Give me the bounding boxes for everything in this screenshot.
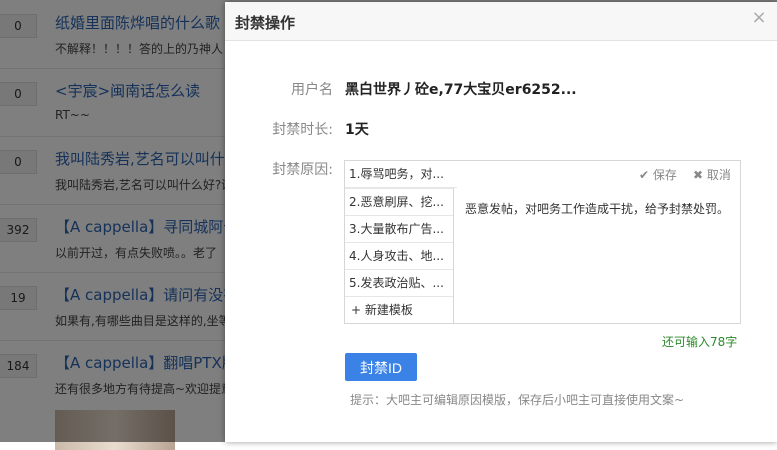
reason-editor: 1.辱骂吧务，对... ✔ 保存 ✖ 取消 2.恶意刷屏、挖... 3.大量散布… xyxy=(344,160,741,324)
cancel-template-button[interactable]: ✖ 取消 xyxy=(693,166,731,183)
template-option[interactable]: 5.发表政治贴、... xyxy=(345,270,453,297)
template-option[interactable]: 3.大量散布广告... xyxy=(345,216,453,243)
reason-label: 封禁原因: xyxy=(272,162,333,178)
username-label: 用户名 xyxy=(291,82,333,98)
template-option[interactable]: 4.人身攻击、地... xyxy=(345,243,453,270)
duration-label: 封禁时长: xyxy=(272,122,333,138)
save-template-button[interactable]: ✔ 保存 xyxy=(639,166,677,183)
duration-value: 1天 xyxy=(345,122,369,138)
username-value: 黑白世界丿砼e,77大宝贝er6252... xyxy=(345,82,577,98)
template-select[interactable]: 1.辱骂吧务，对... xyxy=(345,161,457,188)
reason-textarea[interactable]: 恶意发帖，对吧务工作造成干扰，给予封禁处罚。 xyxy=(465,199,733,219)
ban-submit-button[interactable]: 封禁ID xyxy=(345,353,417,381)
ban-dialog: 封禁操作 × 用户名 黑白世界丿砼e,77大宝贝er6252... 封禁时长: … xyxy=(225,2,777,442)
dialog-header: 封禁操作 × xyxy=(225,2,777,41)
dialog-title: 封禁操作 xyxy=(235,14,296,32)
new-template-button[interactable]: + 新建模板 xyxy=(345,297,453,323)
hint-text: 提示：大吧主可编辑原因模版，保存后小吧主可直接使用文案~ xyxy=(350,393,685,407)
char-count: 还可输入78字 xyxy=(662,335,738,349)
template-dropdown-list: 2.恶意刷屏、挖... 3.大量散布广告... 4.人身攻击、地... 5.发表… xyxy=(345,188,454,324)
template-option[interactable]: 2.恶意刷屏、挖... xyxy=(345,189,453,216)
close-icon[interactable]: × xyxy=(751,9,767,27)
